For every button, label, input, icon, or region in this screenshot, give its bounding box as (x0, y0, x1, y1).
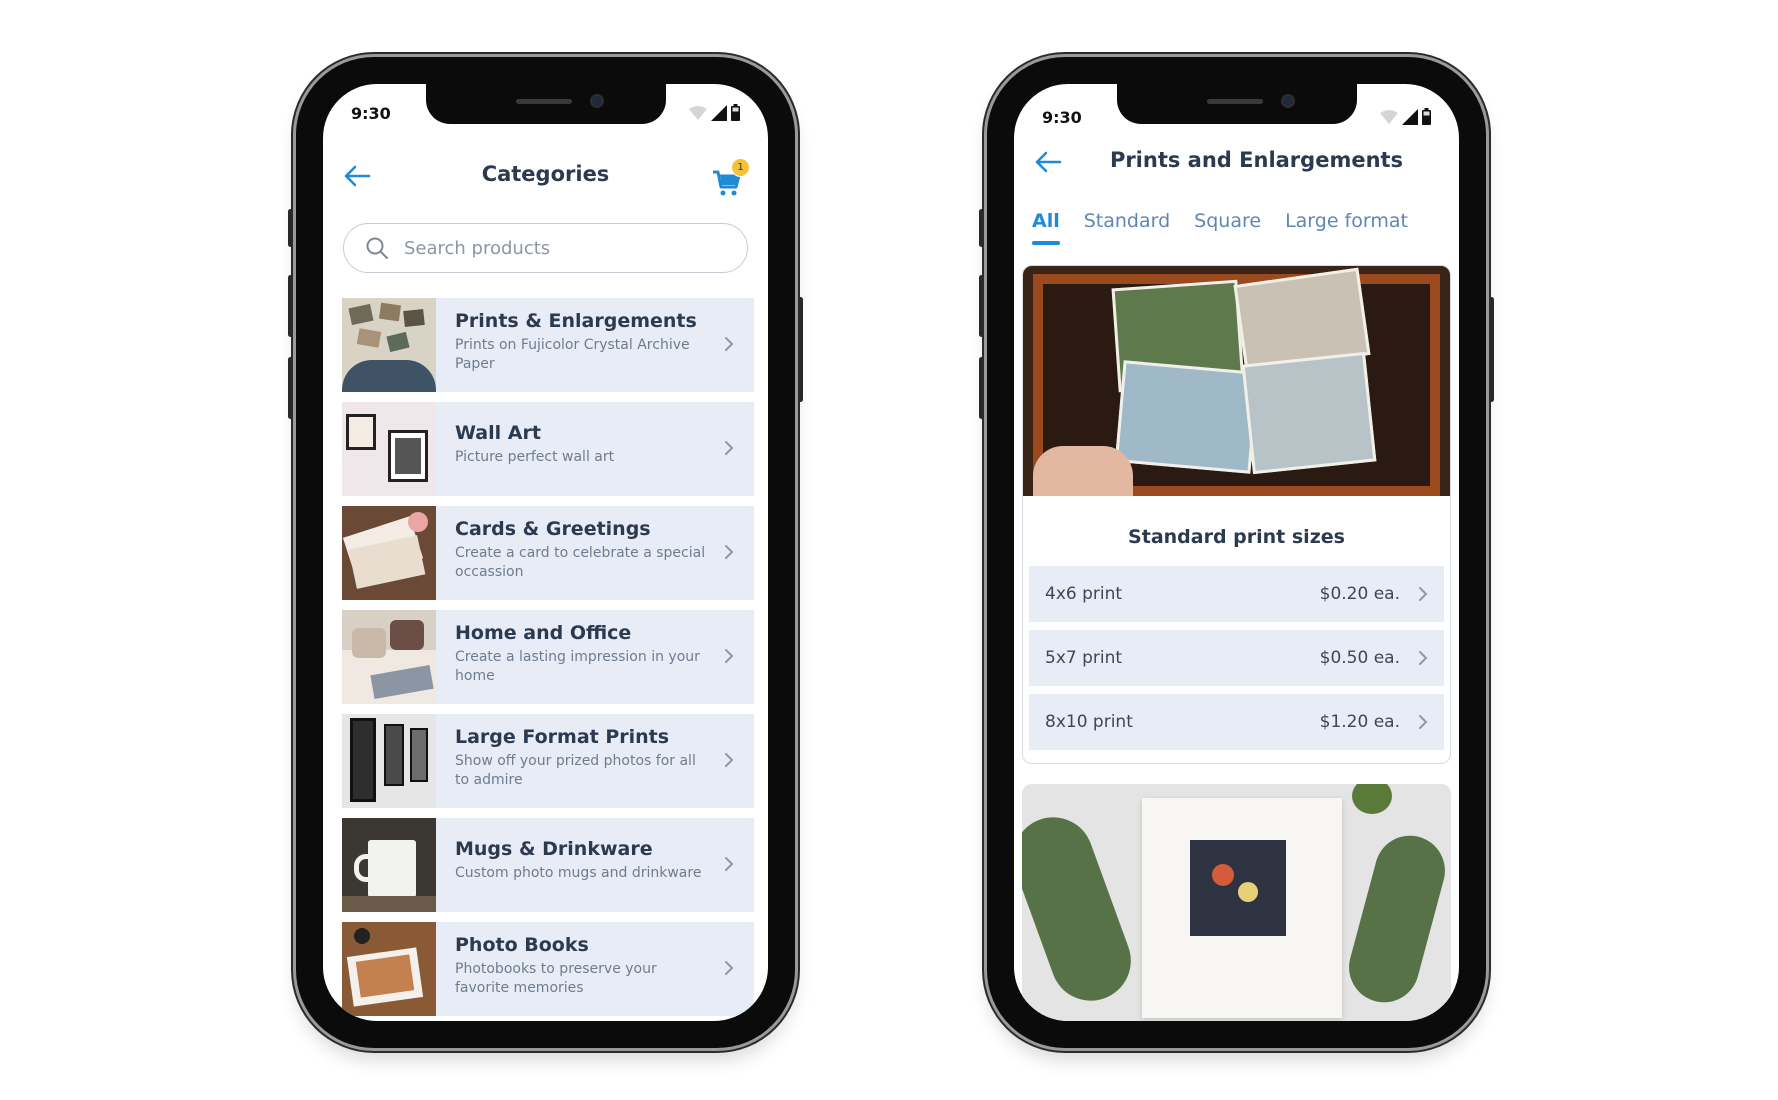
category-thumbnail-cards (342, 506, 436, 600)
category-large-format[interactable]: Large Format Prints Show off your prized… (342, 714, 754, 808)
phone-side-button (288, 209, 293, 247)
phone-power-button (798, 297, 803, 402)
category-prints-enlargements[interactable]: Prints & Enlargements Prints on Fujicolo… (342, 298, 754, 392)
phone-categories: 9:30 Categories 1 Search products Prints… (288, 57, 803, 1048)
search-icon (366, 237, 388, 259)
chevron-right-icon (725, 337, 734, 351)
filter-tabs: All Standard Square Large format (1032, 204, 1441, 254)
phone-volume-down (288, 357, 293, 419)
notch (1116, 84, 1357, 124)
category-title: Cards & Greetings (455, 518, 651, 540)
cart-count-badge: 1 (731, 158, 750, 177)
battery-icon (731, 104, 740, 121)
chevron-right-icon (725, 649, 734, 663)
chevron-right-icon (725, 753, 734, 767)
category-home-office[interactable]: Home and Office Create a lasting impress… (342, 610, 754, 704)
print-size-name: 4x6 print (1045, 584, 1123, 604)
nav-header: Prints and Enlargements (1014, 136, 1459, 188)
chevron-right-icon (725, 441, 734, 455)
status-time: 9:30 (351, 104, 391, 123)
category-photo-books[interactable]: Photo Books Photobooks to preserve your … (342, 922, 754, 1016)
chevron-right-icon (1419, 587, 1428, 601)
tab-large-format[interactable]: Large format (1285, 204, 1408, 254)
prints-screen: 9:30 Prints and Enlargements All Standar… (1014, 84, 1459, 1021)
chevron-right-icon (725, 545, 734, 559)
category-thumbnail-mugs (342, 818, 436, 912)
category-thumbnail-prints (342, 298, 436, 392)
category-subtitle: Show off your prized photos for all to a… (455, 753, 696, 788)
phone-prints: 9:30 Prints and Enlargements All Standar… (979, 57, 1494, 1048)
category-title: Mugs & Drinkware (455, 838, 653, 860)
print-size-price: $0.50 ea. (1319, 648, 1400, 668)
status-icons (1380, 108, 1431, 125)
wifi-icon (689, 105, 707, 120)
section-title: Standard print sizes (1128, 526, 1345, 548)
tab-all[interactable]: All (1032, 204, 1060, 254)
print-size-name: 5x7 print (1045, 648, 1123, 668)
print-size-row[interactable]: 4x6 print $0.20 ea. (1029, 566, 1444, 622)
category-title: Photo Books (455, 934, 589, 956)
category-thumbnail-wall-art (342, 402, 436, 496)
category-title: Home and Office (455, 622, 632, 644)
print-size-price: $1.20 ea. (1319, 712, 1400, 732)
category-title: Large Format Prints (455, 726, 670, 748)
wifi-icon (1380, 109, 1398, 124)
search-bar[interactable] (343, 223, 748, 273)
category-subtitle: Photobooks to preserve your favorite mem… (455, 961, 657, 996)
category-subtitle: Picture perfect wall art (455, 449, 615, 465)
signal-icon (1402, 108, 1418, 125)
phone-volume-up (288, 275, 293, 337)
chevron-right-icon (1419, 715, 1428, 729)
battery-icon (1422, 108, 1431, 125)
status-time: 9:30 (1042, 108, 1082, 127)
notch (425, 84, 666, 124)
print-size-row[interactable]: 8x10 print $1.20 ea. (1029, 694, 1444, 750)
category-title: Prints & Enlargements (455, 310, 697, 332)
prints-hero-image (1023, 266, 1450, 496)
page-title: Prints and Enlargements (1109, 148, 1404, 172)
category-wall-art[interactable]: Wall Art Picture perfect wall art (342, 402, 754, 496)
phone-power-button (1489, 297, 1494, 402)
chevron-right-icon (725, 857, 734, 871)
category-mugs-drinkware[interactable]: Mugs & Drinkware Custom photo mugs and d… (342, 818, 754, 912)
phone-volume-down (979, 357, 984, 419)
tab-standard[interactable]: Standard (1084, 204, 1170, 254)
category-subtitle: Create a card to celebrate a special occ… (455, 545, 706, 580)
category-thumbnail-large-format (342, 714, 436, 808)
print-size-row[interactable]: 5x7 print $0.50 ea. (1029, 630, 1444, 686)
categories-screen: 9:30 Categories 1 Search products Prints… (323, 84, 768, 1021)
status-icons (689, 104, 740, 121)
cart-button[interactable]: 1 (712, 158, 750, 196)
category-thumbnail-home (342, 610, 436, 704)
category-list: Prints & Enlargements Prints on Fujicolo… (342, 298, 754, 1021)
category-title: Wall Art (455, 422, 541, 444)
category-subtitle: Custom photo mugs and drinkware (455, 865, 702, 881)
chevron-right-icon (1419, 651, 1428, 665)
nav-header: Categories 1 (323, 150, 768, 202)
print-size-name: 8x10 print (1045, 712, 1133, 732)
print-size-price: $0.20 ea. (1319, 584, 1400, 604)
standard-prints-card: Standard print sizes 4x6 print $0.20 ea.… (1022, 265, 1451, 764)
category-cards-greetings[interactable]: Cards & Greetings Create a card to celeb… (342, 506, 754, 600)
signal-icon (711, 104, 727, 121)
category-thumbnail-photo-books (342, 922, 436, 1016)
phone-side-button (979, 209, 984, 247)
phone-volume-up (979, 275, 984, 337)
search-input[interactable] (402, 236, 726, 260)
chevron-right-icon (725, 961, 734, 975)
category-subtitle: Prints on Fujicolor Crystal Archive Pape… (455, 337, 690, 372)
page-title: Categories (481, 162, 610, 186)
square-prints-image (1022, 784, 1451, 1021)
tab-square[interactable]: Square (1194, 204, 1261, 254)
category-subtitle: Create a lasting impression in your home (455, 649, 700, 684)
